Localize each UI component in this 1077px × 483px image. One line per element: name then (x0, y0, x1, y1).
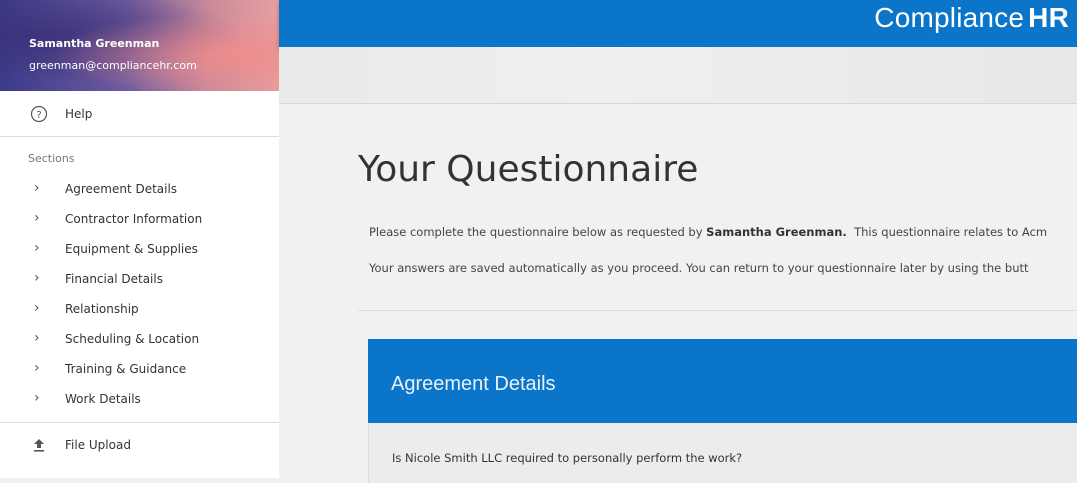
section-label: Equipment & Supplies (65, 242, 198, 256)
question-row: Is Nicole Smith LLC required to personal… (368, 423, 1077, 483)
help-link[interactable]: ? Help (0, 102, 279, 126)
section-label: Agreement Details (65, 182, 178, 196)
page-title: Your Questionnaire (358, 149, 699, 190)
chevron-right-icon: › (34, 300, 40, 316)
user-email: greenman@compliancehr.com (29, 59, 197, 72)
chevron-right-icon: › (34, 390, 40, 406)
section-item-scheduling-location[interactable]: › Scheduling & Location (0, 327, 279, 351)
section-item-contractor-information[interactable]: › Contractor Information (0, 207, 279, 231)
intro-text-end: This questionnaire relates to Acm (846, 225, 1048, 239)
requester-name: Samantha Greenman. (706, 225, 847, 239)
intro-text-start: Please complete the questionnaire below … (369, 225, 707, 239)
section-item-work-details[interactable]: › Work Details (0, 387, 279, 411)
brand-text: Compliance (874, 2, 1025, 33)
section-item-training-guidance[interactable]: › Training & Guidance (0, 357, 279, 381)
section-label: Training & Guidance (65, 362, 187, 376)
divider (0, 136, 279, 137)
section-label: Scheduling & Location (65, 332, 200, 346)
section-label: Financial Details (65, 272, 163, 286)
chevron-right-icon: › (34, 180, 40, 196)
help-circle-icon: ? (30, 105, 48, 123)
chevron-right-icon: › (34, 270, 40, 286)
upload-icon (30, 436, 48, 454)
sections-heading: Sections (28, 152, 75, 165)
section-label: Contractor Information (65, 212, 203, 226)
chevron-right-icon: › (34, 360, 40, 376)
chevron-right-icon: › (34, 330, 40, 346)
sub-header-banner (279, 47, 1077, 104)
divider (358, 310, 1077, 311)
section-card-title: Agreement Details (391, 373, 556, 395)
section-item-financial-details[interactable]: › Financial Details (0, 267, 279, 291)
section-item-relationship[interactable]: › Relationship (0, 297, 279, 321)
divider (0, 422, 279, 423)
question-text: Is Nicole Smith LLC required to personal… (392, 451, 743, 465)
intro-text: Please complete the questionnaire below … (369, 225, 1047, 239)
section-card-header: Agreement Details (368, 339, 1077, 423)
chevron-right-icon: › (34, 210, 40, 226)
section-label: Work Details (65, 392, 141, 406)
file-upload-link[interactable]: File Upload (0, 433, 279, 457)
svg-text:?: ? (36, 110, 41, 121)
file-upload-label: File Upload (65, 438, 131, 452)
main-content: Your Questionnaire Please complete the q… (279, 104, 1077, 483)
help-label: Help (65, 107, 93, 121)
section-label: Relationship (65, 302, 139, 316)
sidebar: Samantha Greenman greenman@compliancehr.… (0, 0, 280, 478)
user-profile-header: Samantha Greenman greenman@compliancehr.… (0, 0, 279, 91)
chevron-right-icon: › (34, 240, 40, 256)
section-item-agreement-details[interactable]: › Agreement Details (0, 177, 279, 201)
brand-logo: Compliance HR (874, 0, 1069, 36)
section-item-equipment-supplies[interactable]: › Equipment & Supplies (0, 237, 279, 261)
autosave-note: Your answers are saved automatically as … (369, 261, 1029, 275)
user-name: Samantha Greenman (29, 37, 160, 50)
top-bar: Compliance HR (279, 0, 1077, 47)
brand-hr: HR (1028, 2, 1069, 33)
